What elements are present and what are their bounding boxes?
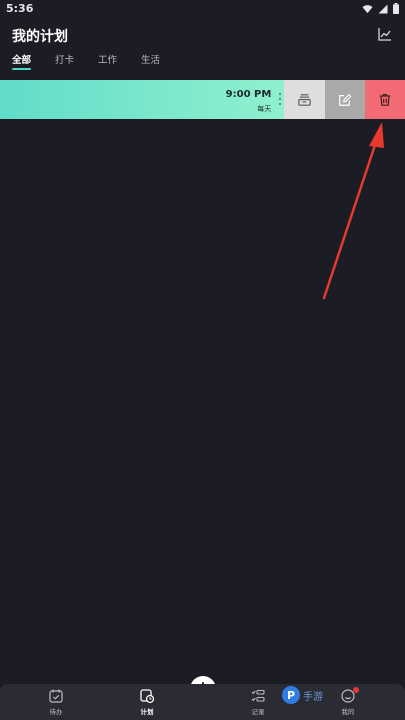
- tab-all[interactable]: 全部: [12, 52, 32, 70]
- delete-button[interactable]: [365, 80, 405, 119]
- status-icons: [362, 3, 399, 14]
- calendar-clock-icon: [140, 689, 155, 704]
- watermark-logo-icon: P: [282, 686, 300, 704]
- page-title: 我的计划: [12, 29, 68, 45]
- tab-bar: 全部 打卡 工作 生活: [12, 52, 184, 70]
- nav-item-record[interactable]: 记录: [238, 688, 278, 718]
- status-time: 5:36: [6, 2, 34, 15]
- trash-icon: [379, 94, 391, 106]
- nav-item-todo[interactable]: 待办: [36, 688, 76, 718]
- archive-button[interactable]: [284, 80, 326, 119]
- nav-label-todo: 待办: [49, 708, 63, 716]
- tab-checkin[interactable]: 打卡: [55, 52, 74, 69]
- plan-card[interactable]: 9:00 PM 每天: [0, 80, 285, 119]
- tab-life[interactable]: 生活: [141, 52, 160, 69]
- battery-icon: [393, 3, 399, 14]
- tab-work[interactable]: 工作: [98, 52, 117, 69]
- drag-handle-icon[interactable]: [279, 93, 282, 105]
- edit-button[interactable]: [325, 80, 366, 119]
- stats-chart-icon[interactable]: [377, 26, 393, 42]
- status-bar: 5:36: [0, 0, 405, 18]
- signal-icon: [378, 4, 388, 13]
- bottom-nav: 待办 计划 记录 我的: [0, 684, 405, 720]
- nav-item-plan[interactable]: 计划: [127, 688, 167, 718]
- calendar-check-icon: [49, 689, 63, 703]
- nav-label-mine: 我的: [341, 708, 355, 716]
- watermark-text: 手游: [303, 691, 323, 703]
- list-check-icon: [251, 689, 265, 702]
- wifi-icon: [362, 4, 373, 13]
- nav-label-plan: 计划: [140, 708, 154, 716]
- plan-repeat: 每天: [257, 105, 272, 113]
- edit-icon: [339, 93, 352, 106]
- nav-label-record: 记录: [251, 708, 265, 716]
- plan-row: 9:00 PM 每天: [0, 80, 405, 119]
- plan-time: 9:00 PM: [225, 89, 272, 100]
- nav-item-mine[interactable]: 我的: [328, 688, 368, 718]
- notification-badge: [353, 687, 359, 693]
- watermark: P 手游: [282, 686, 323, 704]
- header: 我的计划 全部 打卡 工作 生活: [0, 18, 405, 70]
- archive-icon: [298, 94, 311, 106]
